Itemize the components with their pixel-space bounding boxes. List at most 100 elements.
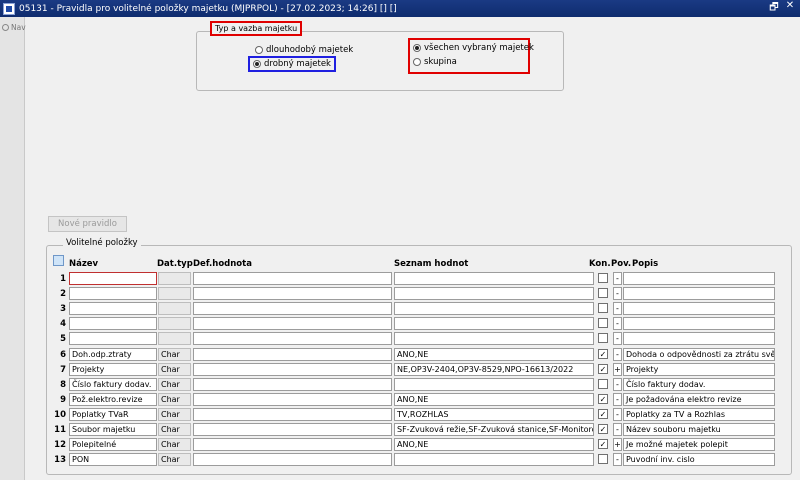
kon-checkbox[interactable] <box>598 273 608 283</box>
cell-description[interactable] <box>623 272 775 285</box>
kon-checkbox[interactable] <box>598 288 608 299</box>
restore-window-icon[interactable]: 🗗 <box>768 0 780 17</box>
kon-checkbox[interactable]: ✓ <box>598 439 608 450</box>
cell-name[interactable] <box>69 317 157 331</box>
radio-small-assets[interactable]: drobný majetek <box>248 56 336 72</box>
cell-data-type[interactable]: Char <box>158 392 191 406</box>
cell-name[interactable]: Doh.odp.ztraty <box>69 347 157 361</box>
pov-cell[interactable]: - <box>613 287 622 301</box>
pov-cell[interactable]: + <box>613 438 622 452</box>
select-all-checkbox[interactable] <box>53 255 64 266</box>
kon-checkbox[interactable] <box>598 318 608 329</box>
kon-checkbox[interactable]: ✓ <box>598 393 608 404</box>
pov-cell[interactable]: - <box>613 392 622 406</box>
nav-tab[interactable]: Nav <box>2 23 26 32</box>
cell-data-type[interactable] <box>158 272 191 285</box>
cell-description[interactable] <box>623 302 775 316</box>
cell-description[interactable]: Puvodní inv. cislo <box>623 453 775 467</box>
cell-name[interactable] <box>69 287 157 301</box>
cell-data-type[interactable] <box>158 287 191 301</box>
cell-default-value[interactable] <box>193 302 392 316</box>
cell-value-list[interactable]: ANO,NE <box>394 347 594 361</box>
cell-description[interactable] <box>623 332 775 346</box>
kon-checkbox[interactable]: ✓ <box>598 424 608 434</box>
cell-description[interactable]: Dohoda o odpovědnosti za ztrátu svěře <box>623 347 775 361</box>
cell-value-list[interactable]: NE,OP3V-2404,OP3V-8529,NPO-16613/2022 <box>394 362 594 376</box>
radio-group[interactable]: skupina <box>413 57 457 67</box>
cell-value-list[interactable] <box>394 317 594 331</box>
cell-data-type[interactable]: Char <box>158 453 191 467</box>
pov-cell[interactable]: - <box>613 317 622 331</box>
cell-description[interactable]: Číslo faktury dodav. <box>623 377 775 391</box>
cell-default-value[interactable] <box>193 272 392 285</box>
cell-default-value[interactable] <box>193 377 392 391</box>
cell-data-type[interactable] <box>158 317 191 331</box>
cell-value-list[interactable] <box>394 302 594 316</box>
close-window-icon[interactable]: ✕ <box>784 0 796 17</box>
cell-name[interactable]: Pož.elektro.revize <box>69 392 157 406</box>
cell-description[interactable] <box>623 287 775 301</box>
cell-value-list[interactable] <box>394 332 594 346</box>
pov-cell[interactable]: - <box>613 377 622 391</box>
cell-data-type[interactable]: Char <box>158 423 191 436</box>
kon-checkbox[interactable] <box>598 454 608 465</box>
cell-description[interactable]: Je požadována elektro revize <box>623 392 775 406</box>
radio-long-term-assets[interactable]: dlouhodobý majetek <box>255 45 353 55</box>
kon-checkbox[interactable] <box>598 333 608 344</box>
cell-value-list[interactable]: SF-Zvuková režie,SF-Zvuková stanice,SF-M… <box>394 423 594 436</box>
cell-value-list[interactable]: ANO,NE <box>394 392 594 406</box>
cell-value-list[interactable] <box>394 272 594 285</box>
pov-cell[interactable]: - <box>613 453 622 467</box>
kon-checkbox[interactable] <box>598 303 608 314</box>
cell-default-value[interactable] <box>193 392 392 406</box>
cell-default-value[interactable] <box>193 438 392 452</box>
cell-name[interactable]: Poplatky TVaR <box>69 407 157 421</box>
radio-button[interactable] <box>255 46 263 54</box>
cell-data-type[interactable]: Char <box>158 347 191 361</box>
cell-data-type[interactable] <box>158 302 191 316</box>
cell-description[interactable]: Poplatky za TV a Rozhlas <box>623 407 775 421</box>
cell-name[interactable] <box>69 272 157 285</box>
cell-default-value[interactable] <box>193 453 392 467</box>
cell-data-type[interactable]: Char <box>158 407 191 421</box>
cell-default-value[interactable] <box>193 423 392 436</box>
cell-value-list[interactable] <box>394 377 594 391</box>
cell-data-type[interactable]: Char <box>158 438 191 452</box>
cell-default-value[interactable] <box>193 332 392 346</box>
pov-cell[interactable]: - <box>613 272 622 285</box>
cell-default-value[interactable] <box>193 317 392 331</box>
pov-cell[interactable]: - <box>613 423 622 436</box>
cell-name[interactable]: PON <box>69 453 157 467</box>
cell-name[interactable]: Polepitelné <box>69 438 157 452</box>
cell-description[interactable] <box>623 317 775 331</box>
cell-name[interactable] <box>69 332 157 346</box>
radio-button-selected[interactable] <box>253 60 261 68</box>
pov-cell[interactable]: + <box>613 362 622 376</box>
cell-name[interactable]: Projekty <box>69 362 157 376</box>
cell-value-list[interactable] <box>394 453 594 467</box>
cell-default-value[interactable] <box>193 407 392 421</box>
cell-name[interactable] <box>69 302 157 316</box>
new-rule-button[interactable]: Nové pravidlo <box>48 216 127 232</box>
cell-data-type[interactable]: Char <box>158 377 191 391</box>
cell-default-value[interactable] <box>193 362 392 376</box>
cell-description[interactable]: Projekty <box>623 362 775 376</box>
cell-name[interactable]: Číslo faktury dodav. <box>69 377 157 391</box>
kon-checkbox[interactable]: ✓ <box>598 363 608 374</box>
pov-cell[interactable]: - <box>613 332 622 346</box>
cell-default-value[interactable] <box>193 287 392 301</box>
cell-value-list[interactable]: TV,ROZHLAS <box>394 407 594 421</box>
cell-name[interactable]: Soubor majetku <box>69 423 157 436</box>
radio-all-selected-assets[interactable]: všechen vybraný majetek <box>413 43 534 53</box>
pov-cell[interactable]: - <box>613 407 622 421</box>
pov-cell[interactable]: - <box>613 347 622 361</box>
cell-value-list[interactable] <box>394 287 594 301</box>
cell-description[interactable]: Je možné majetek polepit <box>623 438 775 452</box>
cell-default-value[interactable] <box>193 347 392 361</box>
radio-button[interactable] <box>413 58 421 66</box>
kon-checkbox[interactable] <box>598 378 608 389</box>
cell-data-type[interactable] <box>158 332 191 346</box>
cell-data-type[interactable]: Char <box>158 362 191 376</box>
kon-checkbox[interactable]: ✓ <box>598 348 608 359</box>
cell-value-list[interactable]: ANO,NE <box>394 438 594 452</box>
